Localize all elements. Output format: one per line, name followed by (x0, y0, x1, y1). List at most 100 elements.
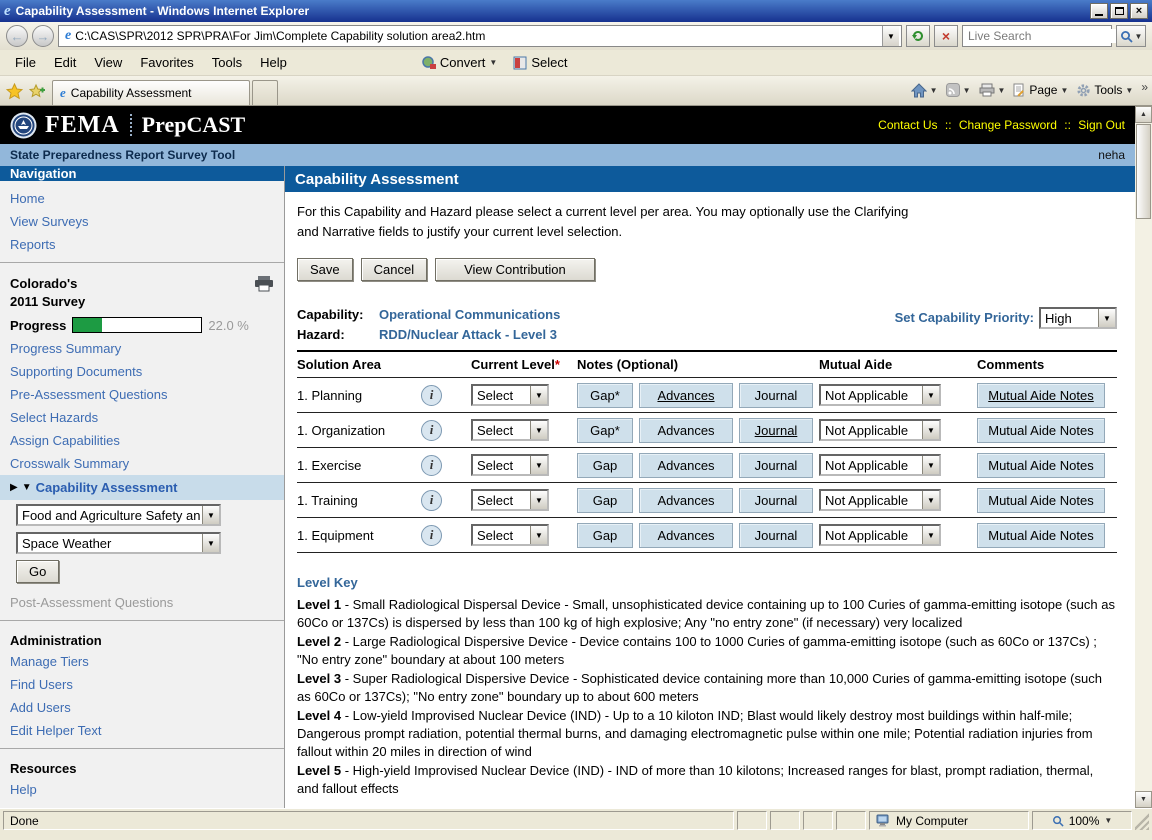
new-tab-stub[interactable] (252, 80, 278, 105)
advances-button[interactable]: Advances (639, 418, 733, 443)
cancel-button[interactable]: Cancel (361, 258, 427, 281)
tools-menu-button[interactable]: Tools▼ (1076, 83, 1133, 98)
advances-button[interactable]: Advances (639, 383, 733, 408)
scroll-down-button[interactable]: ▼ (1135, 791, 1152, 808)
journal-button[interactable]: Journal (739, 488, 813, 513)
info-icon[interactable]: i (421, 455, 442, 476)
hazard-value-link[interactable]: RDD/Nuclear Attack - Level 3 (379, 327, 560, 342)
gap-button[interactable]: Gap (577, 488, 633, 513)
print-survey-icon[interactable] (254, 275, 274, 292)
mutual-aide-select[interactable]: Not Applicable▼ (819, 489, 941, 511)
back-button[interactable]: ← (6, 25, 28, 47)
refresh-button[interactable] (906, 25, 930, 47)
scrollbar-thumb[interactable] (1136, 124, 1151, 219)
address-dropdown-button[interactable]: ▼ (882, 26, 899, 46)
status-zoom-control[interactable]: 100% ▼ (1032, 811, 1132, 830)
info-icon[interactable]: i (421, 525, 442, 546)
convert-button[interactable]: Convert ▼ (416, 53, 503, 72)
stop-button[interactable]: × (934, 25, 958, 47)
sidebar-item-faq[interactable]: FAQ (0, 801, 284, 808)
sidebar-item-edit-helper-text[interactable]: Edit Helper Text (0, 719, 284, 742)
menu-edit[interactable]: Edit (45, 52, 85, 73)
gap-button[interactable]: Gap (577, 523, 633, 548)
journal-button[interactable]: Journal (739, 453, 813, 478)
mutual-aide-notes-button[interactable]: Mutual Aide Notes (977, 523, 1105, 548)
current-level-select[interactable]: Select▼ (471, 489, 549, 511)
hazard-select[interactable]: Space Weather ▼ (16, 532, 221, 554)
menu-help[interactable]: Help (251, 52, 296, 73)
forward-button[interactable]: → (32, 25, 54, 47)
mutual-aide-select[interactable]: Not Applicable▼ (819, 454, 941, 476)
feeds-button[interactable]: ▼ (946, 83, 971, 97)
gap-button[interactable]: Gap* (577, 418, 633, 443)
search-go-button[interactable]: ▼ (1116, 25, 1146, 47)
change-password-link[interactable]: Change Password (959, 118, 1057, 132)
current-level-select[interactable]: Select▼ (471, 384, 549, 406)
live-search-input[interactable] (963, 29, 1128, 43)
mutual-aide-select[interactable]: Not Applicable▼ (819, 384, 941, 406)
advances-button[interactable]: Advances (639, 523, 733, 548)
journal-button[interactable]: Journal (739, 418, 813, 443)
info-icon[interactable]: i (421, 420, 442, 441)
save-button[interactable]: Save (297, 258, 353, 281)
sidebar-item-reports[interactable]: Reports (0, 233, 284, 256)
mutual-aide-notes-button[interactable]: Mutual Aide Notes (977, 383, 1105, 408)
page-menu-button[interactable]: Page▼ (1013, 83, 1068, 97)
sidebar-item-add-users[interactable]: Add Users (0, 696, 284, 719)
menu-tools[interactable]: Tools (203, 52, 251, 73)
address-input[interactable] (75, 29, 882, 43)
sidebar-item-progress-summary[interactable]: Progress Summary (0, 337, 284, 360)
sign-out-link[interactable]: Sign Out (1078, 118, 1125, 132)
advances-button[interactable]: Advances (639, 453, 733, 478)
sidebar-item-home[interactable]: Home (0, 187, 284, 210)
sidebar-item-pre-assessment-questions[interactable]: Pre-Assessment Questions (0, 383, 284, 406)
gap-button[interactable]: Gap* (577, 383, 633, 408)
journal-button[interactable]: Journal (739, 383, 813, 408)
go-button[interactable]: Go (16, 560, 59, 583)
sidebar-item-manage-tiers[interactable]: Manage Tiers (0, 650, 284, 673)
close-button[interactable]: × (1130, 3, 1148, 19)
journal-button[interactable]: Journal (739, 523, 813, 548)
info-icon[interactable]: i (421, 385, 442, 406)
sidebar-item-help[interactable]: Help (0, 778, 284, 801)
favorites-star-icon[interactable] (6, 83, 23, 100)
menu-file[interactable]: File (6, 52, 45, 73)
sidebar-item-view-surveys[interactable]: View Surveys (0, 210, 284, 233)
current-level-select[interactable]: Select▼ (471, 524, 549, 546)
minimize-button[interactable] (1090, 3, 1108, 19)
sidebar-item-assign-capabilities[interactable]: Assign Capabilities (0, 429, 284, 452)
home-button[interactable]: ▼ (911, 83, 938, 98)
restore-button[interactable] (1110, 3, 1128, 19)
mutual-aide-notes-button[interactable]: Mutual Aide Notes (977, 418, 1105, 443)
mutual-aide-notes-button[interactable]: Mutual Aide Notes (977, 488, 1105, 513)
sidebar-item-select-hazards[interactable]: Select Hazards (0, 406, 284, 429)
info-icon[interactable]: i (421, 490, 442, 511)
capability-value-link[interactable]: Operational Communications (379, 307, 560, 322)
contact-us-link[interactable]: Contact Us (878, 118, 937, 132)
print-button[interactable]: ▼ (979, 83, 1006, 97)
view-contribution-button[interactable]: View Contribution (435, 258, 595, 281)
select-button[interactable]: Select (507, 53, 573, 72)
current-level-select[interactable]: Select▼ (471, 454, 549, 476)
scroll-up-button[interactable]: ▲ (1135, 106, 1152, 123)
sidebar-item-capability-assessment-active[interactable]: ▶ ▼ Capability Assessment (0, 475, 284, 500)
sidebar-item-crosswalk-summary[interactable]: Crosswalk Summary (0, 452, 284, 475)
advances-button[interactable]: Advances (639, 488, 733, 513)
gap-button[interactable]: Gap (577, 453, 633, 478)
sidebar-item-supporting-documents[interactable]: Supporting Documents (0, 360, 284, 383)
resize-grip[interactable] (1135, 811, 1149, 830)
vertical-scrollbar[interactable]: ▲ ▼ (1135, 106, 1152, 808)
scrollbar-track[interactable] (1135, 220, 1152, 791)
tab-capability-assessment[interactable]: e Capability Assessment (52, 80, 250, 105)
current-level-select[interactable]: Select▼ (471, 419, 549, 441)
menu-favorites[interactable]: Favorites (131, 52, 202, 73)
priority-select[interactable]: High ▼ (1039, 307, 1117, 329)
mutual-aide-select[interactable]: Not Applicable▼ (819, 524, 941, 546)
capability-select[interactable]: Food and Agriculture Safety an ▼ (16, 504, 221, 526)
mutual-aide-select[interactable]: Not Applicable▼ (819, 419, 941, 441)
add-favorite-icon[interactable] (29, 83, 46, 100)
sidebar-item-find-users[interactable]: Find Users (0, 673, 284, 696)
menu-view[interactable]: View (85, 52, 131, 73)
toolbar-overflow-chevron[interactable]: » (1141, 80, 1148, 100)
mutual-aide-notes-button[interactable]: Mutual Aide Notes (977, 453, 1105, 478)
